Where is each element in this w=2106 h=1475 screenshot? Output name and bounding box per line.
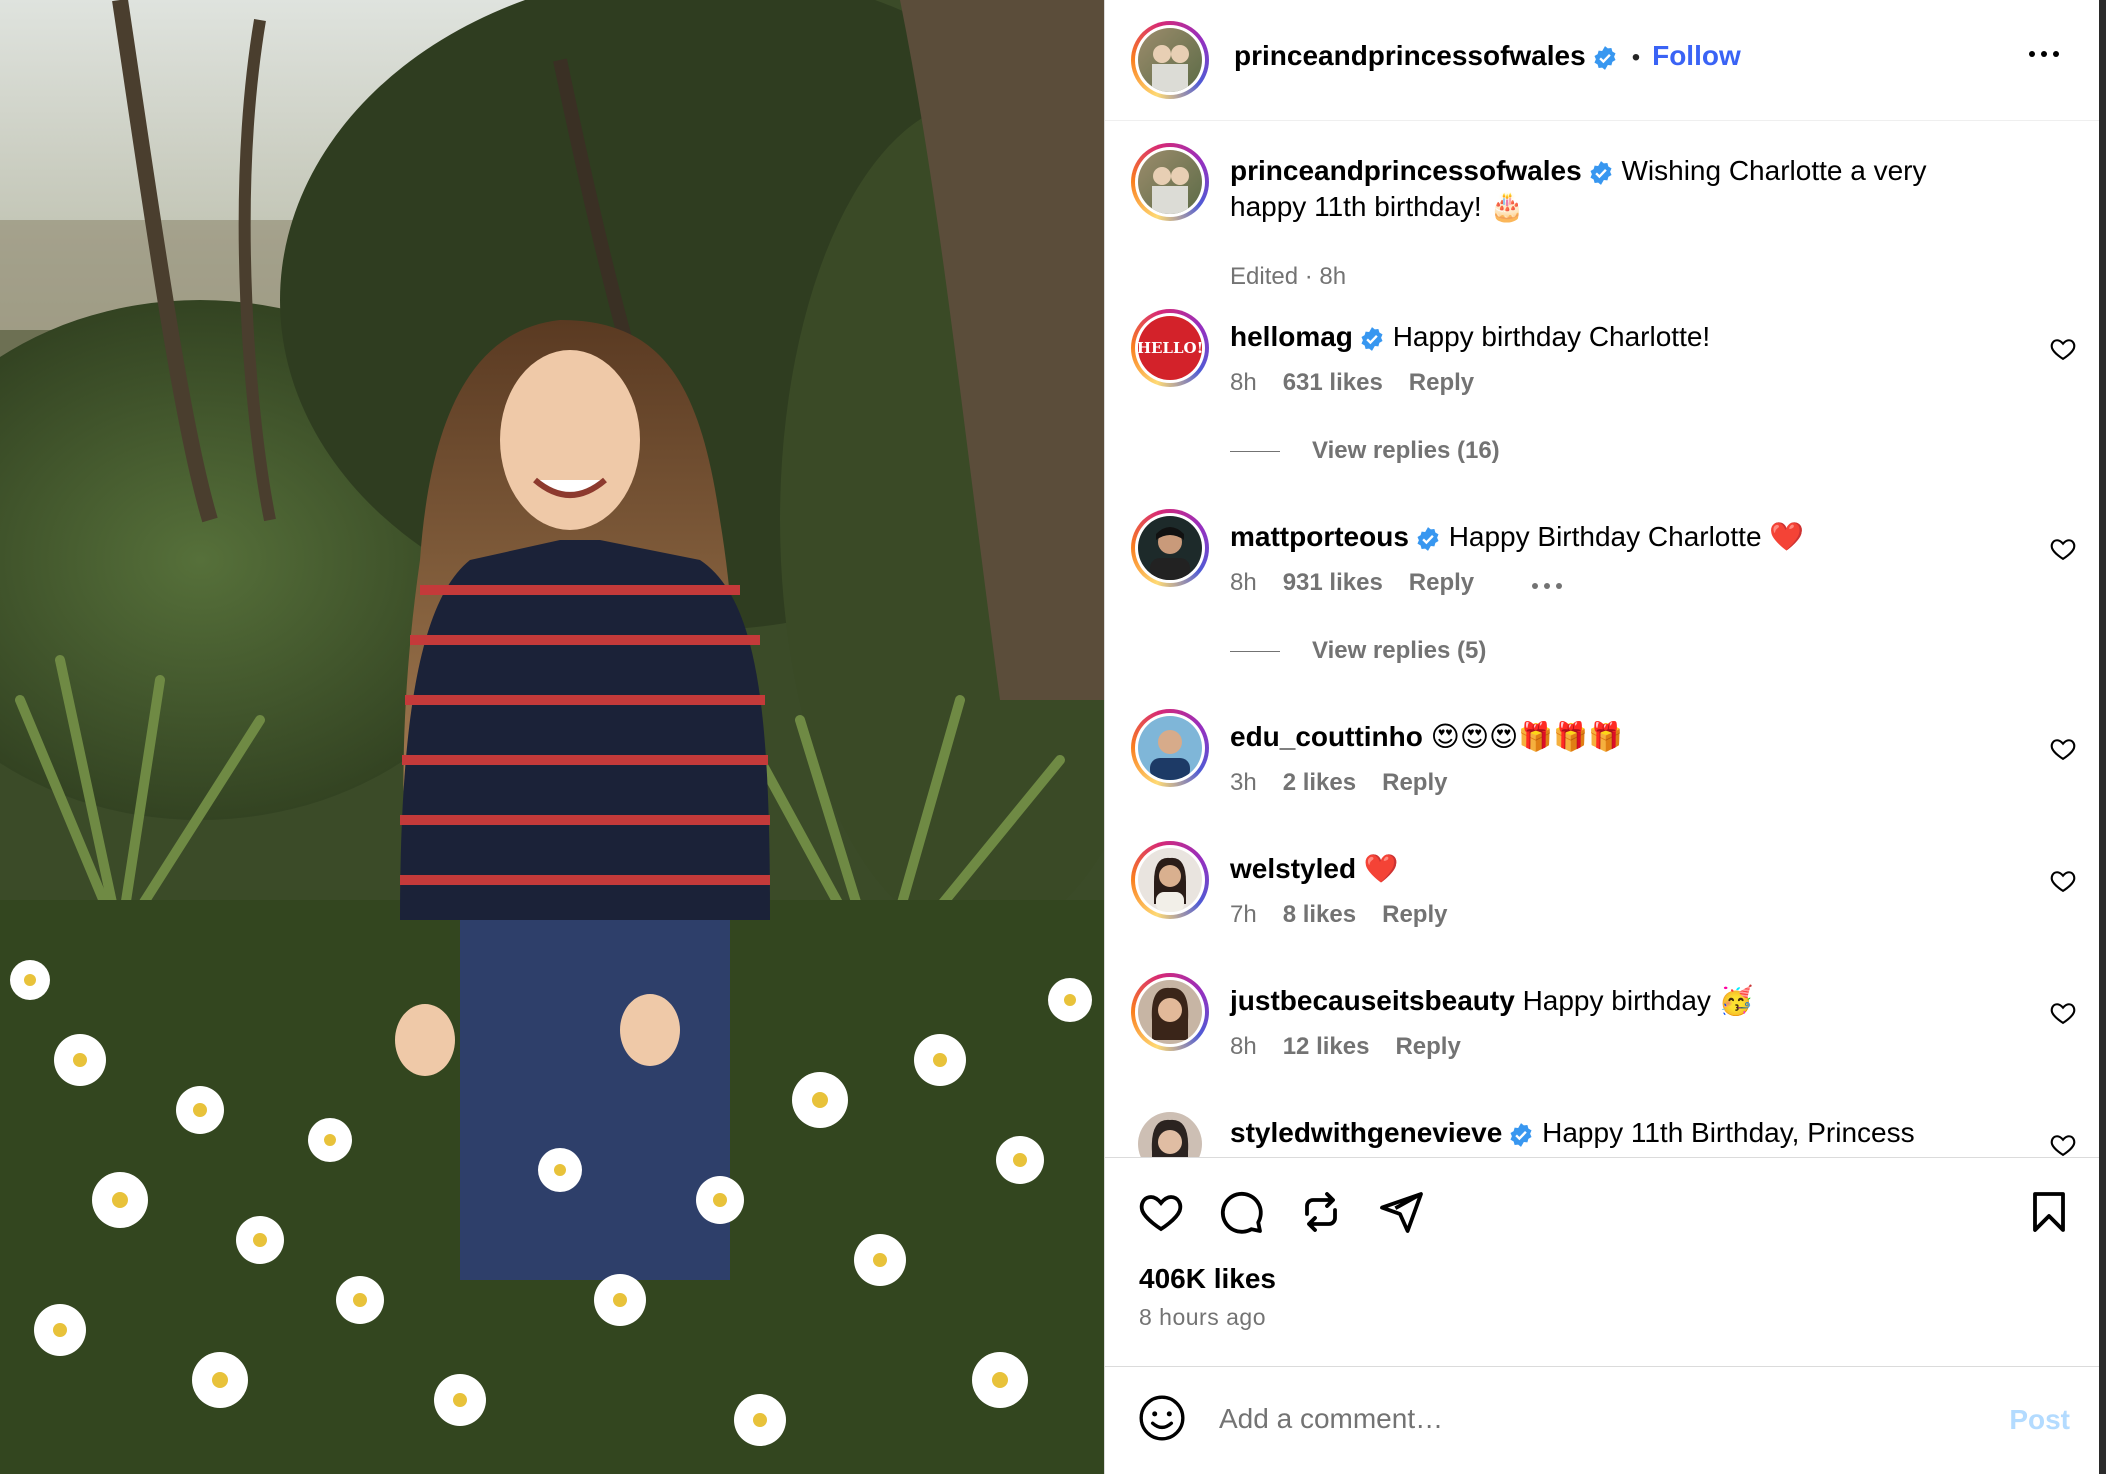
comment-text: Happy Birthday Charlotte ❤️ (1448, 521, 1805, 552)
person-photo-icon (1150, 730, 1190, 780)
comment-likes[interactable]: 8 likes (1283, 901, 1356, 928)
comment-username[interactable]: justbecauseitsbeauty (1230, 985, 1515, 1016)
separator-dot: • (1631, 43, 1641, 71)
replies-line (1230, 451, 1280, 453)
post-comment-button[interactable]: Post (2009, 1404, 2070, 1436)
comment-input[interactable] (1217, 1393, 1941, 1445)
reply-button[interactable]: Reply (1409, 569, 1474, 596)
person-photo-icon (1151, 1119, 1189, 1157)
person-photo-icon (1154, 857, 1186, 912)
view-replies-button[interactable]: View replies (5) (1230, 637, 1486, 665)
comment-likes[interactable]: 931 likes (1283, 569, 1383, 596)
comment-username[interactable]: edu_couttinho (1230, 721, 1423, 752)
view-replies-label: View replies (16) (1312, 437, 1500, 464)
reply-button[interactable]: Reply (1409, 369, 1474, 396)
verified-badge-icon (1594, 45, 1616, 70)
person-photo-icon (1150, 527, 1190, 580)
commenter-avatar[interactable] (1131, 841, 1209, 919)
comment-time[interactable]: 8h (1230, 1033, 1257, 1060)
post-photo[interactable] (0, 0, 1104, 1474)
repost-icon[interactable] (1297, 1188, 1345, 1236)
hello-logo: HELLO! (1138, 339, 1202, 357)
author-username[interactable]: princeandprincessofwales (1234, 40, 1586, 71)
like-comment-heart-icon[interactable] (2049, 999, 2077, 1027)
comment-time[interactable]: 8h (1230, 569, 1257, 596)
like-comment-heart-icon[interactable] (2049, 535, 2077, 563)
comment-likes[interactable]: 2 likes (1283, 769, 1356, 796)
comment-likes[interactable]: 12 likes (1283, 1033, 1370, 1060)
family-photo-icon (1152, 45, 1189, 92)
person-photo-icon (1151, 987, 1189, 1040)
reply-button[interactable]: Reply (1382, 769, 1447, 796)
header-author: princeandprincessofwales • Follow (1234, 40, 1741, 72)
replies-line (1230, 651, 1280, 653)
post-timestamp[interactable]: 8 hours ago (1139, 1304, 1266, 1331)
comment-text: Happy birthday 🥳 (1522, 985, 1754, 1016)
caption-meta: Edited · 8h (1230, 263, 1347, 290)
comment-time[interactable]: 8h (1230, 369, 1257, 396)
verified-badge-icon (1510, 1122, 1532, 1147)
save-bookmark-icon[interactable] (2025, 1188, 2073, 1236)
photo-girl-in-garden (0, 0, 1104, 1474)
reply-button[interactable]: Reply (1395, 1033, 1460, 1060)
author-avatar[interactable] (1131, 143, 1209, 221)
window-edge (2099, 0, 2106, 1474)
comment-likes[interactable]: 631 likes (1283, 369, 1383, 396)
follow-button[interactable]: Follow (1652, 40, 1741, 71)
comment-username[interactable]: welstyled (1230, 853, 1356, 884)
like-comment-heart-icon[interactable] (2049, 335, 2077, 363)
commenter-avatar[interactable]: HELLO! (1131, 309, 1209, 387)
more-options-icon[interactable] (2026, 44, 2066, 74)
add-comment-bar: Post (1105, 1366, 2100, 1475)
dots-glyph (1532, 582, 1563, 589)
share-paper-plane-icon[interactable] (1377, 1188, 1425, 1236)
commenter-avatar[interactable] (1131, 973, 1209, 1051)
post-actions: 406K likes 8 hours ago (1105, 1157, 2100, 1368)
view-replies-label: View replies (5) (1312, 637, 1487, 664)
comments-list[interactable]: princeandprincessofwales Wishing Charlot… (1105, 121, 2100, 1157)
comment-bubble-icon[interactable] (1217, 1188, 1265, 1236)
comment-time[interactable]: 7h (1230, 901, 1257, 928)
like-comment-heart-icon[interactable] (2049, 735, 2077, 763)
commenter-avatar[interactable] (1131, 709, 1209, 787)
comment-text: Happy birthday Charlotte! (1392, 321, 1711, 352)
like-comment-heart-icon[interactable] (2049, 1131, 2077, 1157)
likes-count[interactable]: 406K likes (1139, 1263, 1276, 1295)
comment-username[interactable]: hellomag (1230, 321, 1353, 352)
comment-more-icon[interactable] (1530, 570, 1564, 598)
verified-badge-icon (1417, 526, 1439, 551)
comment-text: 😍😍😍🎁🎁🎁 (1430, 721, 1623, 752)
comment-username[interactable]: mattporteous (1230, 521, 1409, 552)
reply-button[interactable]: Reply (1382, 901, 1447, 928)
emoji-smiley-icon[interactable] (1137, 1393, 1187, 1443)
comment-time[interactable]: 3h (1230, 769, 1257, 796)
family-photo-icon (1152, 167, 1189, 214)
commenter-avatar[interactable] (1131, 1105, 1209, 1157)
caption-username[interactable]: princeandprincessofwales (1230, 155, 1582, 186)
post-side-panel: princeandprincessofwales • Follow princean… (1104, 0, 2100, 1474)
comment-text: ❤️ (1363, 853, 1399, 884)
commenter-avatar[interactable] (1131, 509, 1209, 587)
comment-text: Happy 11th Birthday, Princess (1542, 1117, 1915, 1148)
verified-badge-icon (1361, 326, 1383, 351)
like-heart-icon[interactable] (1137, 1188, 1185, 1236)
post-header: princeandprincessofwales • Follow (1105, 0, 2100, 121)
like-comment-heart-icon[interactable] (2049, 867, 2077, 895)
author-avatar[interactable] (1131, 21, 1209, 99)
comment-username[interactable]: styledwithgenevieve (1230, 1117, 1502, 1148)
verified-badge-icon (1590, 160, 1612, 185)
view-replies-button[interactable]: View replies (16) (1230, 437, 1500, 465)
